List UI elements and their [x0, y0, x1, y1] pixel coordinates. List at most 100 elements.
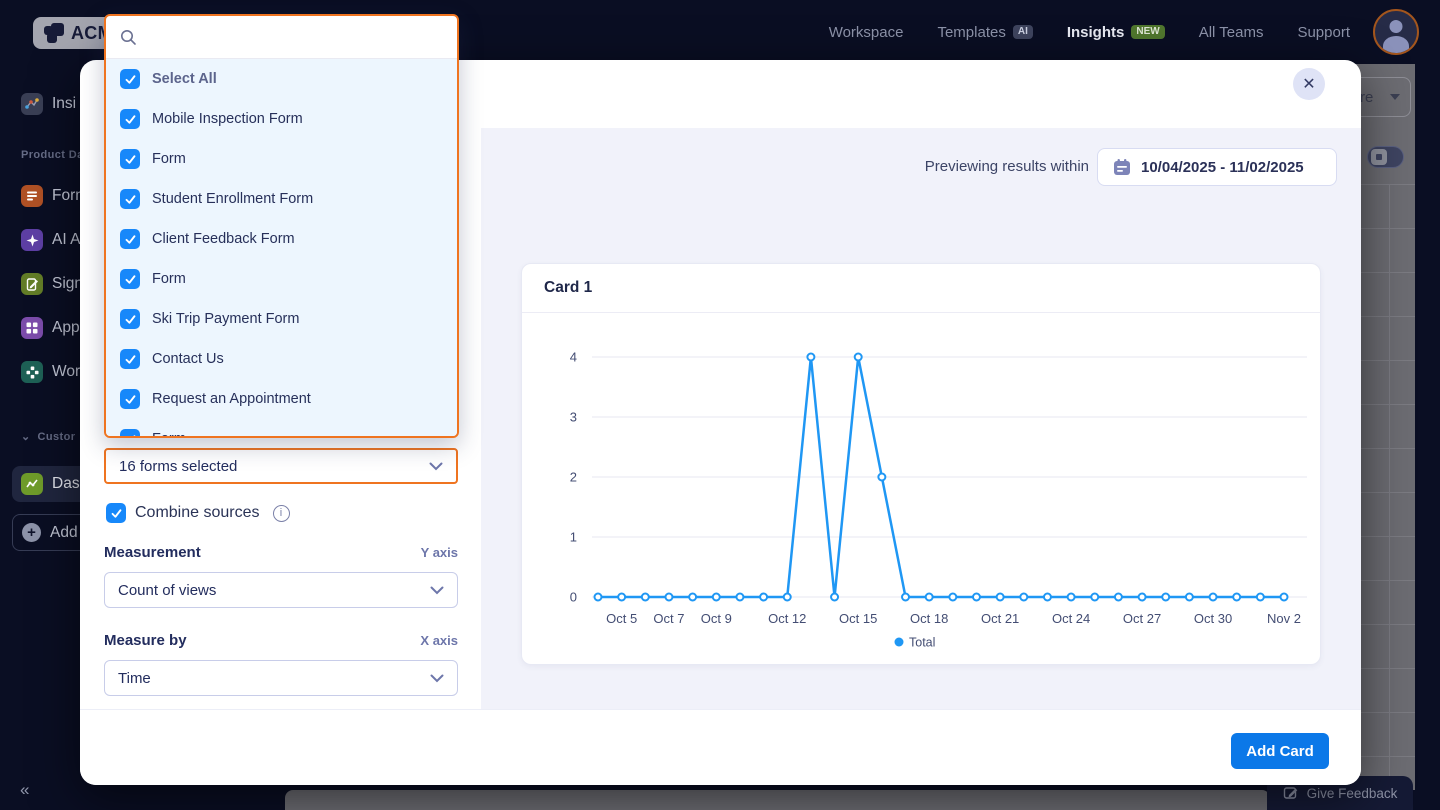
nav-items: Workspace TemplatesAI InsightsNEW All Teams… [829, 0, 1350, 64]
checkbox-checked[interactable] [120, 69, 140, 89]
data-point [1020, 594, 1027, 601]
nav-item-insights[interactable]: InsightsNEW [1067, 24, 1165, 41]
measurement-label: Measurement [104, 544, 201, 561]
user-avatar[interactable] [1373, 9, 1419, 55]
preview-range-label: Previewing results within [481, 148, 1089, 186]
form-option[interactable]: Form [106, 139, 457, 179]
data-point [618, 594, 625, 601]
forms-search-input[interactable] [147, 29, 443, 46]
svg-text:Oct 12: Oct 12 [768, 611, 806, 626]
chart-card: Card 1 01234Oct 5Oct 7Oct 9Oct 12Oct 15O… [521, 263, 1321, 665]
form-option[interactable]: Student Enrollment Form [106, 179, 457, 219]
data-point [736, 594, 743, 601]
measure-by-label: Measure by [104, 632, 187, 649]
measure-by-select[interactable]: Time [104, 660, 458, 696]
logo-icon [44, 23, 64, 43]
feedback-icon [1283, 785, 1299, 801]
svg-text:Oct 30: Oct 30 [1194, 611, 1232, 626]
data-point [1091, 594, 1098, 601]
ai-agents-icon [21, 229, 43, 251]
checkbox-checked[interactable] [120, 429, 140, 436]
data-point [831, 594, 838, 601]
forms-option-list: Select AllMobile Inspection FormFormStud… [106, 59, 457, 436]
sidebar-item-workflows[interactable]: Wor [21, 361, 80, 383]
checkbox-checked[interactable] [120, 109, 140, 129]
data-point [1115, 594, 1122, 601]
screen: ACME WorkspaceTemplatesAIInsightsNEWAll … [0, 0, 1440, 810]
svg-text:1: 1 [570, 530, 577, 545]
apps-icon [21, 317, 43, 339]
data-point [807, 354, 814, 361]
sidebar-collapse-button[interactable]: « [20, 780, 29, 800]
sidebar-item-insights[interactable]: Insi [21, 93, 76, 115]
data-point [1281, 594, 1288, 601]
info-icon[interactable]: i [273, 505, 290, 522]
x-axis-tag: X axis [420, 633, 458, 648]
dimmed-table-rows [1361, 184, 1415, 790]
forms-search-row [106, 16, 457, 59]
search-icon [120, 29, 137, 46]
sidebar-item-sign[interactable]: Sign [21, 273, 83, 295]
chevron-down-icon[interactable]: ⌄ [21, 431, 31, 443]
svg-text:Nov 2: Nov 2 [1267, 611, 1301, 626]
forms-source-select[interactable]: 16 forms selected [104, 448, 458, 484]
checkbox-checked[interactable] [120, 189, 140, 209]
data-point [784, 594, 791, 601]
plus-icon: + [22, 523, 41, 542]
checkbox-checked[interactable] [120, 389, 140, 409]
data-point [689, 594, 696, 601]
nav-item-templates[interactable]: TemplatesAI [937, 24, 1032, 41]
form-option[interactable]: Form [106, 419, 457, 436]
data-point [855, 354, 862, 361]
data-point [1210, 594, 1217, 601]
sidebar-item-apps[interactable]: App [21, 317, 80, 339]
sidebar-item-forms[interactable]: Form [21, 185, 88, 207]
svg-text:Oct 18: Oct 18 [910, 611, 948, 626]
data-point [1257, 594, 1264, 601]
nav-item-all-teams[interactable]: All Teams [1199, 24, 1264, 41]
data-point [926, 594, 933, 601]
sidebar-item-ai-agents[interactable]: AI A [21, 229, 80, 251]
data-point [949, 594, 956, 601]
dashboard-icon [21, 473, 43, 495]
data-point [973, 594, 980, 601]
checkbox-checked[interactable] [120, 349, 140, 369]
line-chart: 01234Oct 5Oct 7Oct 9Oct 12Oct 15Oct 18Oc… [522, 312, 1320, 664]
checkbox-checked[interactable] [120, 309, 140, 329]
chevron-down-icon [430, 674, 444, 683]
nav-item-workspace[interactable]: Workspace [829, 24, 904, 41]
data-point [878, 474, 885, 481]
date-range-picker[interactable]: 10/04/2025 - 11/02/2025 [1097, 148, 1337, 186]
form-option[interactable]: Request an Appointment [106, 379, 457, 419]
combine-sources-label: Combine sources [135, 504, 260, 522]
svg-text:Oct 24: Oct 24 [1052, 611, 1090, 626]
legend-dot [895, 638, 904, 647]
add-card-button[interactable]: Add Card [1231, 733, 1329, 769]
combine-sources-checkbox-row[interactable]: Combine sources i [106, 503, 290, 523]
form-option[interactable]: Form [106, 259, 457, 299]
sidebar-section-product-data: Product Da [21, 149, 84, 161]
checkbox-checked[interactable] [120, 269, 140, 289]
checkbox-checked[interactable] [106, 503, 126, 523]
form-option[interactable]: Client Feedback Form [106, 219, 457, 259]
form-option[interactable]: Mobile Inspection Form [106, 99, 457, 139]
svg-text:0: 0 [570, 590, 577, 605]
ai-badge: AI [1013, 25, 1033, 39]
close-icon[interactable]: ✕ [1293, 68, 1325, 100]
form-option[interactable]: Ski Trip Payment Form [106, 299, 457, 339]
data-point [997, 594, 1004, 601]
chevron-down-icon [429, 462, 443, 471]
checkbox-checked[interactable] [120, 229, 140, 249]
form-option[interactable]: Contact Us [106, 339, 457, 379]
measurement-select[interactable]: Count of views [104, 572, 458, 608]
nav-item-support[interactable]: Support [1297, 24, 1350, 41]
svg-text:4: 4 [570, 350, 577, 365]
checkbox-checked[interactable] [120, 149, 140, 169]
option-select-all[interactable]: Select All [106, 59, 457, 99]
dimmed-page-bottom [285, 790, 1270, 810]
chevron-down-icon [430, 586, 444, 595]
data-point [1068, 594, 1075, 601]
data-point [1162, 594, 1169, 601]
legend-label: Total [909, 636, 935, 650]
svg-text:3: 3 [570, 410, 577, 425]
